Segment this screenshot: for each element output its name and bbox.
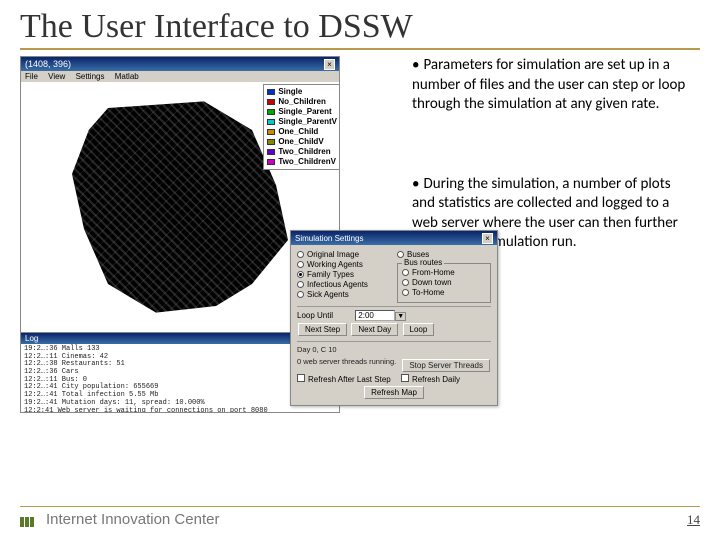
window-title: (1408, 396) bbox=[25, 59, 71, 69]
close-icon[interactable]: × bbox=[324, 59, 335, 70]
next-day-button[interactable]: Next Day bbox=[351, 323, 398, 336]
settings-title: Simulation Settings bbox=[295, 234, 363, 243]
refresh-last-checkbox[interactable] bbox=[297, 374, 305, 382]
legend-label: One_Child bbox=[278, 127, 318, 137]
legend-swatch bbox=[267, 149, 275, 155]
dropdown-icon[interactable]: ▼ bbox=[395, 312, 406, 321]
status-thread-text: 0 web server threads running. bbox=[297, 357, 396, 366]
legend-item: Two_Children bbox=[267, 147, 337, 157]
stop-threads-button[interactable]: Stop Server Threads bbox=[402, 359, 490, 372]
slide-footer: Internet Innovation Center 14 bbox=[20, 506, 700, 528]
menu-file[interactable]: File bbox=[25, 72, 38, 81]
status-day: Day 0, C 10 bbox=[297, 345, 491, 354]
legend-swatch bbox=[267, 99, 275, 105]
loop-until-label: Loop Until bbox=[297, 311, 333, 320]
page-number: 14 bbox=[687, 512, 700, 528]
bullet-1: •Parameters for simulation are set up in… bbox=[412, 56, 692, 115]
bullet-1-text: Parameters for simulation are set up in … bbox=[412, 56, 685, 113]
legend-swatch bbox=[267, 109, 275, 115]
menu-settings[interactable]: Settings bbox=[76, 72, 105, 81]
radio-label: From-Home bbox=[412, 268, 455, 277]
legend-item: One_Child bbox=[267, 127, 337, 137]
radio-downtown[interactable]: Down town bbox=[402, 278, 486, 287]
legend-swatch bbox=[267, 129, 275, 135]
map-legend: SingleNo_ChildrenSingle_ParentSingle_Par… bbox=[263, 84, 339, 170]
legend-swatch bbox=[267, 89, 275, 95]
legend-item: Two_ChildrenV bbox=[267, 157, 337, 167]
radio-label: To-Home bbox=[412, 288, 444, 297]
legend-label: Single bbox=[278, 87, 302, 97]
menu-view[interactable]: View bbox=[48, 72, 65, 81]
radio-label: Working Agents bbox=[307, 260, 363, 269]
legend-item: Single bbox=[267, 87, 337, 97]
legend-label: One_ChildV bbox=[278, 137, 323, 147]
radio-label: Original Image bbox=[307, 250, 359, 259]
display-mode-radio[interactable]: Infectious Agents bbox=[297, 280, 391, 289]
radio-label: Infectious Agents bbox=[307, 280, 368, 289]
legend-item: No_Children bbox=[267, 97, 337, 107]
next-step-button[interactable]: Next Step bbox=[298, 323, 347, 336]
legend-label: Two_Children bbox=[278, 147, 330, 157]
settings-titlebar[interactable]: Simulation Settings × bbox=[291, 231, 497, 245]
legend-swatch bbox=[267, 159, 275, 165]
bullet-dot-icon: • bbox=[412, 175, 419, 195]
checkbox-label: Refresh Daily bbox=[412, 375, 460, 384]
refresh-daily-checkbox[interactable] bbox=[401, 374, 409, 382]
radio-label: Family Types bbox=[307, 270, 354, 279]
bullet-dot-icon: • bbox=[412, 56, 419, 76]
legend-label: No_Children bbox=[278, 97, 326, 107]
menu-matlab[interactable]: Matlab bbox=[115, 72, 139, 81]
display-mode-radio[interactable]: Sick Agents bbox=[297, 290, 391, 299]
group-label: Bus routes bbox=[402, 258, 444, 267]
checkbox-label: Refresh After Last Step bbox=[308, 375, 391, 384]
log-line: 12:2:41 Web server is waiting for connec… bbox=[24, 408, 336, 413]
bus-routes-group: Bus routes From-Home Down town To-Home bbox=[397, 263, 491, 303]
iic-logo-icon bbox=[20, 513, 40, 527]
display-mode-radio[interactable]: Family Types bbox=[297, 270, 391, 279]
status-threads: 0 web server threads running. Stop Serve… bbox=[297, 357, 491, 366]
slide-title: The User Interface to DSSW bbox=[20, 8, 700, 50]
display-mode-radio[interactable]: Working Agents bbox=[297, 260, 391, 269]
radio-to-home[interactable]: To-Home bbox=[402, 288, 486, 297]
legend-label: Single_ParentV bbox=[278, 117, 337, 127]
refresh-map-button[interactable]: Refresh Map bbox=[364, 386, 424, 399]
footer-brand: Internet Innovation Center bbox=[46, 511, 219, 528]
loop-button[interactable]: Loop bbox=[403, 323, 435, 336]
close-icon[interactable]: × bbox=[482, 233, 493, 244]
radio-from-home[interactable]: From-Home bbox=[402, 268, 486, 277]
radio-label: Sick Agents bbox=[307, 290, 349, 299]
radio-label: Down town bbox=[412, 278, 452, 287]
legend-item: Single_ParentV bbox=[267, 117, 337, 127]
legend-label: Single_Parent bbox=[278, 107, 331, 117]
legend-swatch bbox=[267, 139, 275, 145]
display-mode-radio[interactable]: Original Image bbox=[297, 250, 391, 259]
loop-until-field[interactable]: 2:00 bbox=[355, 310, 395, 321]
legend-item: One_ChildV bbox=[267, 137, 337, 147]
menu-bar[interactable]: File View Settings Matlab bbox=[21, 71, 339, 82]
settings-dialog[interactable]: Simulation Settings × Original ImageWork… bbox=[290, 230, 498, 406]
legend-swatch bbox=[267, 119, 275, 125]
legend-item: Single_Parent bbox=[267, 107, 337, 117]
legend-label: Two_ChildrenV bbox=[278, 157, 336, 167]
window-titlebar[interactable]: (1408, 396) × bbox=[21, 57, 339, 71]
